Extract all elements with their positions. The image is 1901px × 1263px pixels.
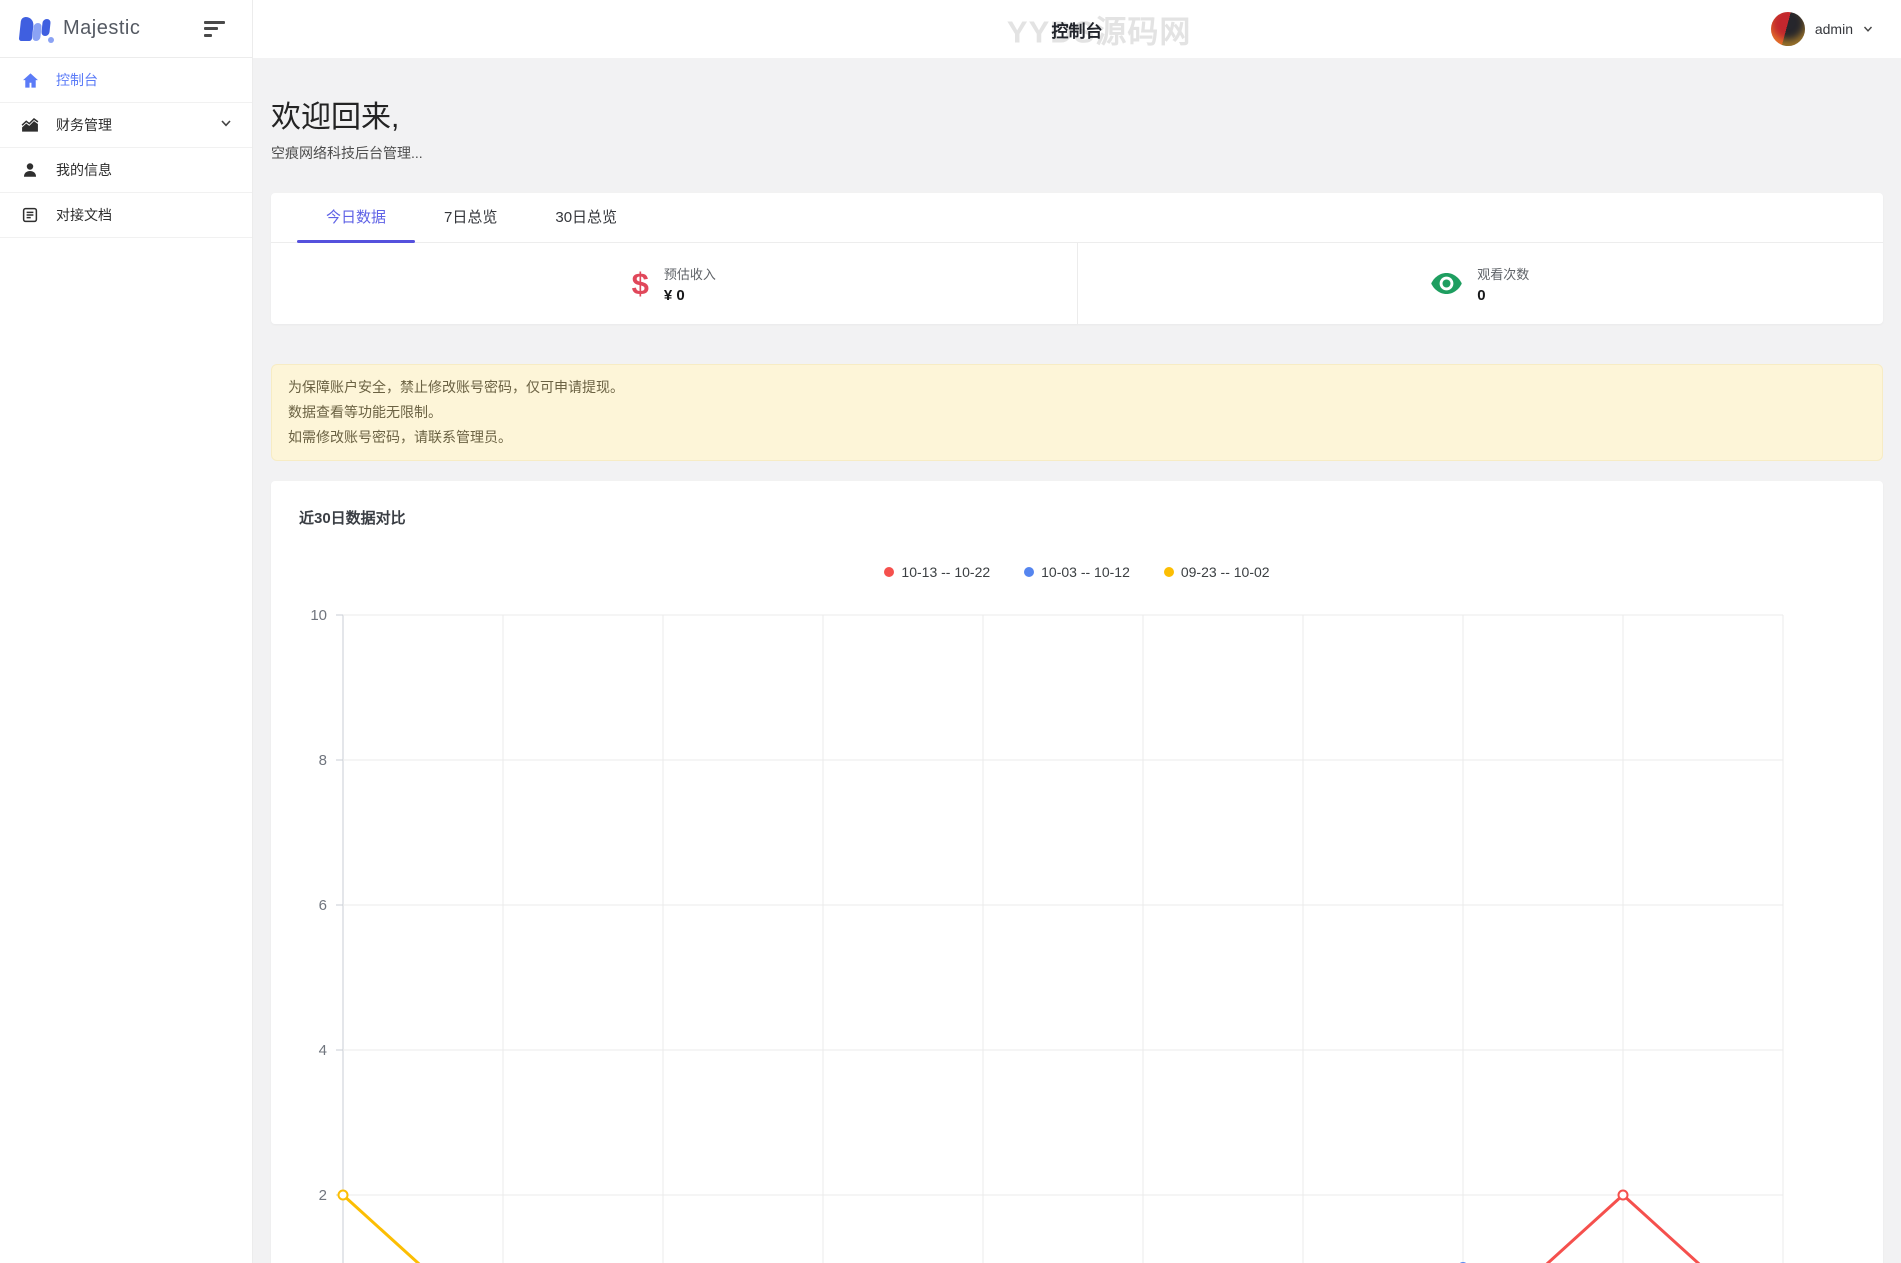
chevron-down-icon bbox=[220, 116, 232, 134]
document-icon bbox=[20, 205, 40, 225]
user-icon bbox=[20, 160, 40, 180]
data-point-marker[interactable] bbox=[337, 1189, 349, 1201]
chart-title: 近30日数据对比 bbox=[299, 510, 406, 527]
tab-2[interactable]: 30日总览 bbox=[526, 193, 646, 242]
sidebar-item-1[interactable]: 财务管理 bbox=[0, 103, 252, 148]
avatar[interactable] bbox=[1770, 12, 1805, 46]
legend-item-0[interactable]: 10-13 -- 10-22 bbox=[884, 564, 990, 580]
sidebar: 控制台财务管理我的信息对接文档 bbox=[0, 58, 253, 1263]
brand-logo[interactable]: Majestic bbox=[18, 14, 140, 44]
y-axis-tick-label: 2 bbox=[319, 1187, 327, 1204]
legend-label: 10-03 -- 10-12 bbox=[1041, 564, 1130, 580]
chart-legend: 10-13 -- 10-22 10-03 -- 10-12 09-23 -- 10-… bbox=[271, 564, 1883, 580]
notice-line-2: 如需修改账号密码，请联系管理员。 bbox=[288, 429, 512, 445]
security-notice: 为保障账户安全，禁止修改账号密码，仅可申请提现。 数据查看等功能无限制。如需修改账… bbox=[271, 364, 1883, 461]
sidebar-item-2[interactable]: 我的信息 bbox=[0, 148, 252, 193]
tab-0[interactable]: 今日数据 bbox=[297, 193, 416, 243]
stat-cell-0: $ 预估收入 ¥ 0 bbox=[271, 243, 1077, 324]
legend-dot bbox=[1163, 567, 1174, 577]
tab-1[interactable]: 7日总览 bbox=[415, 193, 526, 242]
sidebar-item-label: 控制台 bbox=[56, 72, 98, 88]
legend-dot bbox=[1024, 567, 1035, 577]
overview-stats-row: $ 预估收入 ¥ 0 观看次数 0 bbox=[271, 243, 1883, 324]
welcome-title: 欢迎回来, bbox=[271, 101, 400, 134]
stat-cell-1: 观看次数 0 bbox=[1076, 243, 1884, 324]
dollar-icon: $ bbox=[631, 266, 649, 301]
y-axis-tick-label: 4 bbox=[319, 1042, 327, 1059]
stat-label: 预估收入 bbox=[663, 266, 716, 282]
y-axis-tick-label: 8 bbox=[319, 752, 327, 769]
data-point-marker[interactable] bbox=[1617, 1189, 1629, 1201]
chart-card: 近30日数据对比 10-13 -- 10-22 10-03 -- 10-12 09-… bbox=[271, 481, 1883, 1263]
home-icon bbox=[20, 70, 40, 90]
header-brand-zone: Majestic bbox=[0, 0, 253, 58]
welcome-subtitle: 空痕网络科技后台管理... bbox=[271, 145, 423, 161]
header-title-zone: YYDS源码网 控制台 bbox=[253, 0, 1901, 58]
sidebar-item-label: 财务管理 bbox=[56, 117, 112, 133]
finance-icon bbox=[20, 115, 40, 135]
y-axis-tick-label: 10 bbox=[310, 607, 327, 624]
series-line bbox=[341, 1193, 421, 1263]
notice-line-1: 数据查看等功能无限制。 bbox=[288, 404, 442, 420]
sidebar-item-label: 对接文档 bbox=[56, 207, 112, 223]
legend-dot bbox=[884, 567, 895, 577]
brand-name: Majestic bbox=[63, 17, 141, 39]
sidebar-item-label: 我的信息 bbox=[56, 162, 112, 178]
majestic-logo-icon bbox=[18, 14, 54, 44]
line-chart: 2 4 6 8 10 bbox=[310, 607, 1784, 1263]
chevron-down-icon bbox=[1863, 26, 1873, 32]
legend-label: 09-23 -- 10-02 bbox=[1180, 564, 1270, 580]
legend-label: 10-13 -- 10-22 bbox=[901, 564, 991, 580]
stat-value: 0 bbox=[1477, 286, 1486, 304]
eye-icon bbox=[1431, 273, 1463, 294]
y-axis-tick-label: 6 bbox=[319, 897, 327, 914]
user-menu[interactable]: admin bbox=[1770, 0, 1873, 58]
main-content: 欢迎回来, 空痕网络科技后台管理... 今日数据 7日总览 30日总览 $ 预估收入 ¥… bbox=[253, 58, 1901, 1263]
page-title: 控制台 bbox=[1051, 21, 1103, 41]
user-name: admin bbox=[1814, 21, 1853, 37]
legend-item-2[interactable]: 09-23 -- 10-02 bbox=[1163, 564, 1270, 580]
top-header: Majestic YYDS源码网 控制台 admin bbox=[0, 0, 1901, 58]
sidebar-item-0[interactable]: 控制台 bbox=[0, 58, 252, 103]
overview-tab-bar: 今日数据 7日总览 30日总览 bbox=[271, 193, 1883, 243]
stat-value: ¥ 0 bbox=[663, 286, 685, 304]
legend-item-1[interactable]: 10-03 -- 10-12 bbox=[1024, 564, 1130, 580]
series-line bbox=[1545, 1193, 1701, 1263]
overview-card: 今日数据 7日总览 30日总览 $ 预估收入 ¥ 0 观看次数 0 bbox=[271, 193, 1883, 324]
sidebar-item-3[interactable]: 对接文档 bbox=[0, 193, 252, 238]
stat-label: 观看次数 bbox=[1477, 266, 1530, 282]
sidebar-collapse-icon[interactable] bbox=[204, 20, 228, 37]
notice-line-0: 为保障账户安全，禁止修改账号密码，仅可申请提现。 bbox=[288, 379, 624, 395]
